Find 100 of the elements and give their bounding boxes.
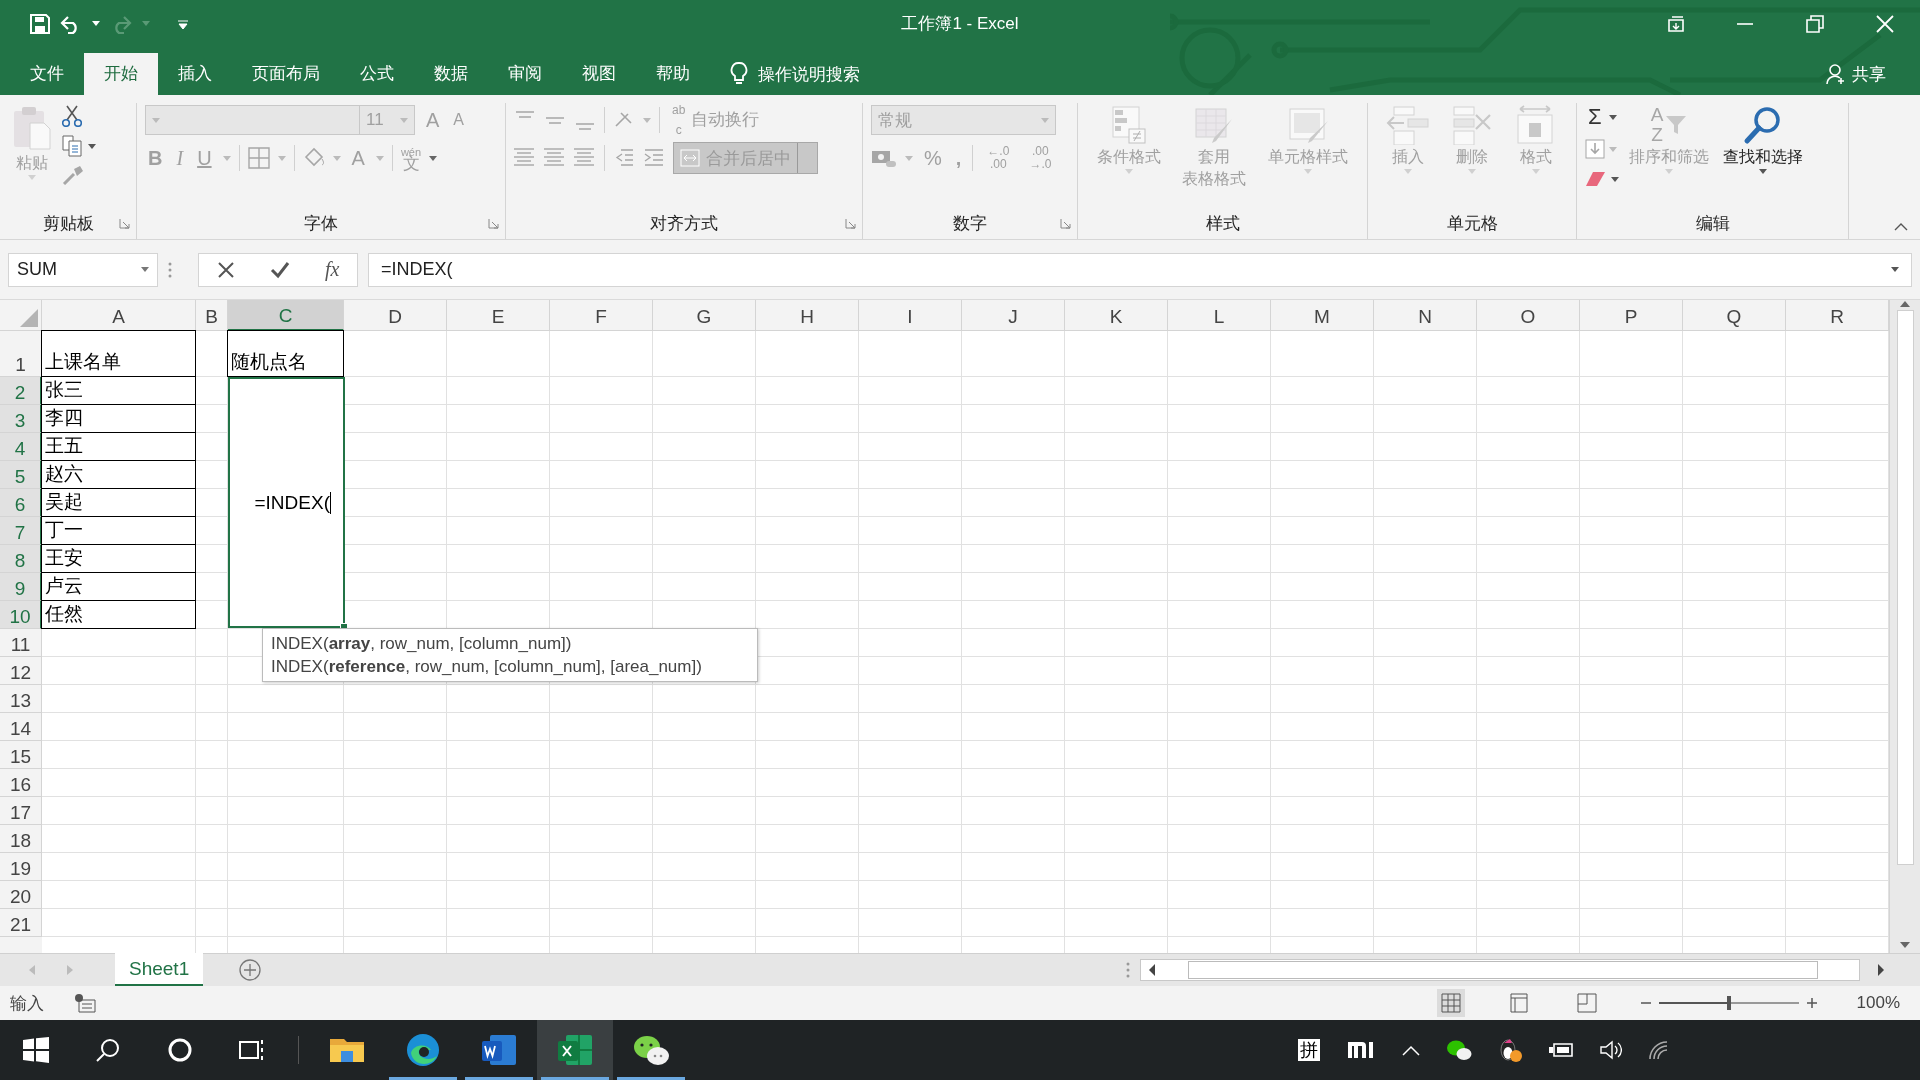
- column-header[interactable]: M: [1271, 300, 1374, 331]
- eraser-icon[interactable]: [1585, 170, 1607, 188]
- row-header[interactable]: 7: [0, 517, 42, 545]
- dialog-launcher-icon[interactable]: [119, 217, 130, 229]
- circle-icon[interactable]: [167, 1037, 193, 1063]
- caret-icon[interactable]: [88, 143, 96, 149]
- battery-icon[interactable]: [1548, 1041, 1574, 1059]
- collapse-ribbon-icon[interactable]: [1894, 223, 1908, 231]
- customize-icon[interactable]: [178, 18, 188, 29]
- caret-icon[interactable]: [1608, 114, 1617, 120]
- scrollbar-thumb[interactable]: [1896, 310, 1914, 865]
- column-header[interactable]: Q: [1683, 300, 1786, 331]
- column-header[interactable]: R: [1786, 300, 1889, 331]
- caret-icon[interactable]: [141, 267, 149, 272]
- row-header[interactable]: 12: [0, 657, 42, 685]
- caret-icon[interactable]: [92, 21, 100, 26]
- chat-bubbles-icon[interactable]: [1446, 1039, 1472, 1061]
- caret-icon[interactable]: [1891, 267, 1899, 272]
- row-header[interactable]: 18: [0, 825, 42, 853]
- scrollbar-thumb[interactable]: [1188, 961, 1818, 979]
- cut-icon[interactable]: [62, 105, 82, 127]
- column-header[interactable]: P: [1580, 300, 1683, 331]
- zoom-in-icon[interactable]: [1806, 998, 1817, 1008]
- ribbon-tab[interactable]: 数据: [414, 53, 488, 95]
- decrease-indent-icon[interactable]: [613, 147, 635, 169]
- row-header[interactable]: 15: [0, 741, 42, 769]
- align-right-icon[interactable]: [574, 147, 596, 169]
- save-icon[interactable]: [30, 13, 50, 34]
- volume-icon[interactable]: [1600, 1040, 1622, 1060]
- dialog-launcher-icon[interactable]: [845, 217, 856, 229]
- show-hidden-icons-icon[interactable]: [1402, 1044, 1420, 1056]
- row-header[interactable]: 8: [0, 545, 42, 573]
- column-header[interactable]: F: [550, 300, 653, 331]
- ribbon-tab[interactable]: 帮助: [636, 53, 710, 95]
- sheet-tab[interactable]: Sheet1: [115, 953, 204, 986]
- column-header[interactable]: B: [196, 300, 228, 331]
- add-sheet-icon[interactable]: [239, 959, 262, 981]
- increase-indent-icon[interactable]: [643, 147, 665, 169]
- input-method-indicator[interactable]: 拼: [1298, 1039, 1320, 1061]
- row-header[interactable]: 13: [0, 685, 42, 713]
- column-header[interactable]: K: [1065, 300, 1168, 331]
- scroll-down-icon[interactable]: [1899, 941, 1911, 949]
- column-header[interactable]: C: [228, 300, 344, 331]
- borders-icon[interactable]: [247, 147, 270, 169]
- insert-function-button[interactable]: fx: [324, 258, 340, 281]
- find-select-button[interactable]: 查找和选择: [1719, 103, 1807, 176]
- row-header[interactable]: 4: [0, 433, 42, 461]
- drag-handle-icon[interactable]: [168, 261, 172, 278]
- excel-icon[interactable]: [537, 1020, 613, 1080]
- align-center-icon[interactable]: [544, 147, 566, 169]
- row-header[interactable]: 3: [0, 405, 42, 433]
- enter-icon[interactable]: [269, 260, 290, 279]
- font-name-field[interactable]: [145, 105, 360, 135]
- drag-handle-icon[interactable]: [1126, 962, 1130, 978]
- dialog-launcher-icon[interactable]: [1060, 217, 1071, 229]
- cancel-icon[interactable]: [216, 260, 235, 279]
- ribbon-tab[interactable]: 文件: [10, 53, 84, 95]
- task-view-icon[interactable]: [239, 1038, 265, 1062]
- search-icon[interactable]: [96, 1038, 120, 1062]
- row-header[interactable]: 17: [0, 797, 42, 825]
- windows-start-icon[interactable]: [23, 1037, 49, 1063]
- select-all-icon[interactable]: [20, 309, 38, 327]
- caret-icon[interactable]: [429, 155, 438, 161]
- column-header[interactable]: J: [962, 300, 1065, 331]
- tell-me-search[interactable]: 操作说明搜索: [758, 62, 860, 86]
- tray-logo-icon[interactable]: [1346, 1040, 1376, 1060]
- caret-icon[interactable]: [1759, 169, 1767, 174]
- ribbon-tab[interactable]: 页面布局: [232, 53, 340, 95]
- ribbon-tab[interactable]: 公式: [340, 53, 414, 95]
- row-header[interactable]: 21: [0, 909, 42, 937]
- ribbon-tab[interactable]: 开始: [84, 53, 158, 95]
- row-header[interactable]: 2: [0, 377, 42, 405]
- macro-record-icon[interactable]: [74, 993, 96, 1013]
- copy-icon[interactable]: [62, 135, 82, 157]
- restore-icon[interactable]: [1806, 14, 1824, 33]
- ribbon-tab[interactable]: 审阅: [488, 53, 562, 95]
- column-header[interactable]: N: [1374, 300, 1477, 331]
- column-header[interactable]: O: [1477, 300, 1580, 331]
- autosum-button[interactable]: Σ: [1585, 104, 1605, 130]
- row-header[interactable]: 6: [0, 489, 42, 517]
- ribbon-display-icon[interactable]: [1668, 15, 1684, 32]
- column-header[interactable]: D: [344, 300, 447, 331]
- row-header[interactable]: 11: [0, 629, 42, 657]
- column-header[interactable]: L: [1168, 300, 1271, 331]
- column-header[interactable]: G: [653, 300, 756, 331]
- wifi-icon[interactable]: [1648, 1040, 1670, 1060]
- row-header[interactable]: 14: [0, 713, 42, 741]
- penguin-icon[interactable]: [1498, 1037, 1522, 1063]
- dialog-launcher-icon[interactable]: [488, 217, 499, 229]
- normal-view-icon[interactable]: [1436, 989, 1465, 1017]
- column-header[interactable]: A: [42, 300, 196, 331]
- row-header[interactable]: 9: [0, 573, 42, 601]
- column-header[interactable]: E: [447, 300, 550, 331]
- ribbon-tab[interactable]: 视图: [562, 53, 636, 95]
- align-left-icon[interactable]: [514, 147, 536, 169]
- row-header[interactable]: 20: [0, 881, 42, 909]
- zoom-slider[interactable]: [1658, 996, 1799, 1010]
- column-header[interactable]: I: [859, 300, 962, 331]
- fill-color-icon[interactable]: [302, 147, 325, 169]
- caret-icon[interactable]: [1611, 176, 1619, 182]
